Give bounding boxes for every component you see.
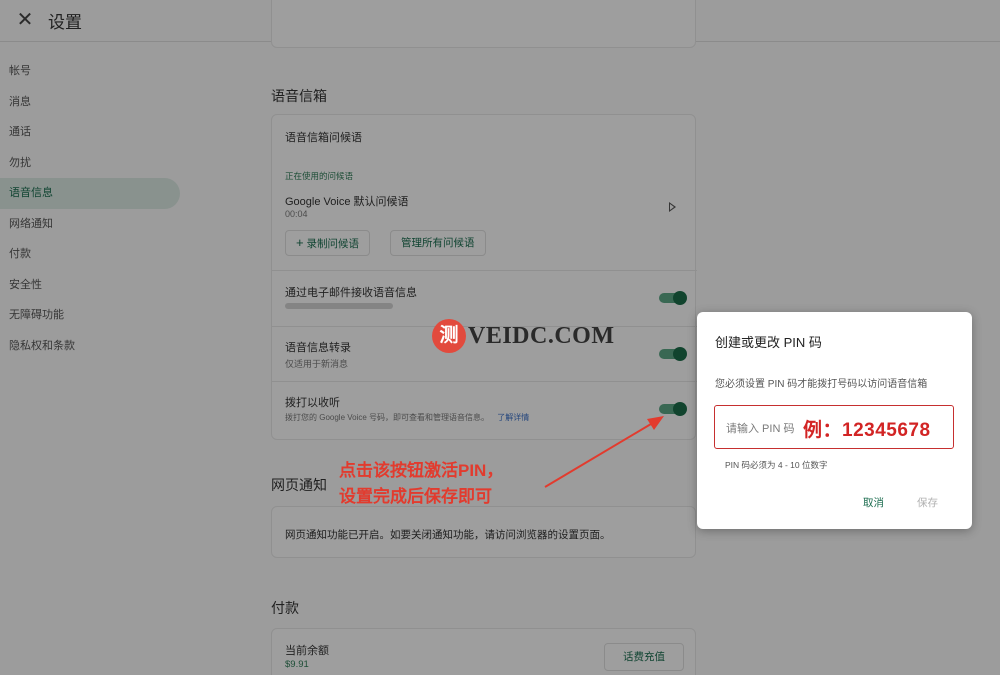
annotation-text: 点击该按钮激活PIN， 设置完成后保存即可 [339,458,503,510]
annotation-line-2: 设置完成后保存即可 [339,487,492,506]
annotation-line-1: 点击该按钮激活PIN， [339,461,504,480]
annotation-arrow [544,416,664,488]
